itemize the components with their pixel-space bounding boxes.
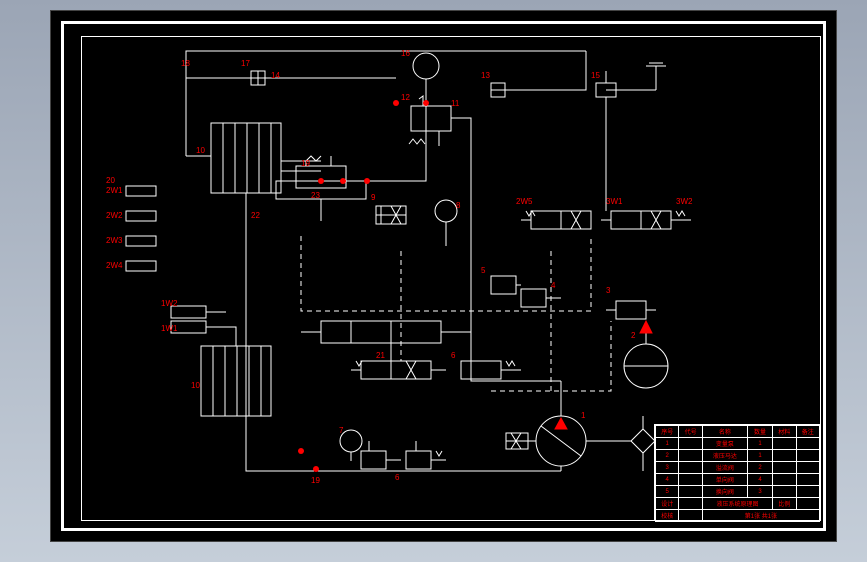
label-8: 8 [456, 201, 460, 210]
cad-frame: 18 17 14 16 13 15 11 12 10 20 2W1 2W2 2W… [50, 10, 837, 542]
label-2w2: 2W2 [106, 211, 122, 220]
label-5: 5 [481, 266, 485, 275]
label-20: 20 [106, 176, 115, 185]
label-1: 1 [581, 411, 585, 420]
label-15: 15 [591, 71, 600, 80]
label-12: 12 [401, 93, 410, 102]
label-11: 11 [451, 99, 459, 108]
label-1w2: 1W2 [161, 299, 177, 308]
label-23: 23 [311, 191, 320, 200]
label-1w1: 1W1 [161, 324, 177, 333]
label-7: 7 [339, 426, 343, 435]
label-17: 17 [241, 59, 250, 68]
label-10b: 10 [191, 381, 200, 390]
label-19: 19 [301, 159, 310, 168]
label-2w4: 2W4 [106, 261, 122, 270]
label-18: 18 [181, 59, 190, 68]
label-3: 3 [606, 286, 610, 295]
label-9: 9 [371, 193, 375, 202]
title-block-table: 序号代号名称数量材料备注 1变量泵1 2液压马达1 3溢流阀2 4单向阀4 5换… [655, 425, 820, 522]
label-21: 21 [376, 351, 385, 360]
label-4: 4 [551, 281, 555, 290]
label-2w3: 2W3 [106, 236, 122, 245]
label-6: 6 [451, 351, 455, 360]
label-3w2: 3W2 [676, 197, 692, 206]
label-19b: 19 [311, 476, 320, 485]
label-6b: 6 [395, 473, 399, 482]
label-2: 2 [631, 331, 635, 340]
label-13: 13 [481, 71, 490, 80]
label-22: 22 [251, 211, 260, 220]
label-3w1: 3W1 [606, 197, 622, 206]
label-14: 14 [271, 71, 280, 80]
label-10: 10 [196, 146, 205, 155]
title-block: 序号代号名称数量材料备注 1变量泵1 2液压马达1 3溢流阀2 4单向阀4 5换… [654, 424, 821, 521]
label-2w1: 2W1 [106, 186, 122, 195]
label-16: 16 [401, 49, 410, 58]
label-2w5: 2W5 [516, 197, 532, 206]
